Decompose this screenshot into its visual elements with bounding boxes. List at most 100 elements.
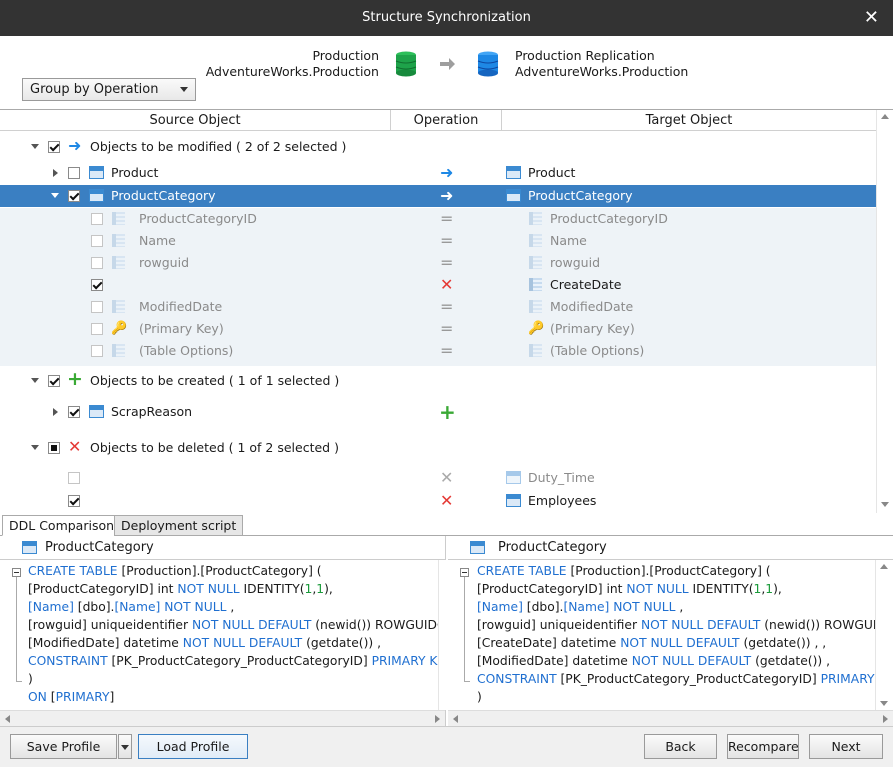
column-row[interactable]: (Table Options) = (Table Options) — [0, 340, 876, 366]
collapse-icon[interactable] — [31, 445, 39, 450]
source-server: Production — [312, 48, 379, 63]
column-row[interactable]: ✕ CreateDate — [0, 274, 876, 296]
column-checkbox[interactable] — [91, 279, 103, 291]
target-column-name: CreateDate — [550, 277, 622, 292]
ddl-target-hscroll[interactable] — [448, 710, 893, 726]
code-line: CREATE TABLE [Production].[ProductCatego… — [28, 564, 322, 578]
recompare-button[interactable]: Recompare — [727, 734, 799, 759]
code-line: CONSTRAINT [PK_ProductCategory_ProductCa… — [477, 672, 875, 686]
group-modified-row[interactable]: ➜ Objects to be modified ( 2 of 2 select… — [0, 136, 876, 158]
scroll-up-icon[interactable] — [880, 564, 888, 569]
table-row-employees[interactable]: ✕ Employees — [0, 490, 876, 512]
product-checkbox[interactable] — [68, 167, 80, 179]
delete-x-icon: ✕ — [68, 437, 82, 456]
collapse-icon[interactable] — [51, 193, 59, 198]
group-deleted-label: Objects to be deleted ( 1 of 2 selected … — [90, 440, 339, 455]
group-by-value: Group by Operation — [30, 82, 159, 97]
scroll-down-icon[interactable] — [881, 502, 889, 507]
table-row-productcategory[interactable]: ProductCategory ➜ ProductCategory — [0, 185, 876, 207]
duty-time-checkbox[interactable] — [68, 472, 80, 484]
ddl-source-title: ProductCategory — [45, 540, 154, 555]
target-column-name: Name — [550, 233, 587, 248]
column-checkbox[interactable] — [91, 257, 103, 269]
delete-x-icon: ✕ — [440, 275, 454, 294]
save-profile-button[interactable]: Save Profile — [10, 734, 117, 759]
column-source[interactable]: Source Object — [0, 110, 391, 131]
column-checkbox[interactable] — [91, 345, 103, 357]
target-column-name: ModifiedDate — [550, 299, 634, 314]
scrapreason-checkbox[interactable] — [68, 406, 80, 418]
ddl-source-hscroll[interactable] — [0, 710, 445, 726]
source-column-name: (Table Options) — [139, 343, 234, 358]
tab-deployment-script[interactable]: Deployment script — [114, 515, 244, 536]
code-line: [ModifiedDate] datetime NOT NULL DEFAULT… — [28, 636, 382, 650]
collapse-icon[interactable] — [31, 378, 39, 383]
column-target[interactable]: Target Object — [502, 110, 876, 131]
column-row[interactable]: Name = Name — [0, 230, 876, 252]
tab-ddl-comparison[interactable]: DDL Comparison — [2, 515, 122, 536]
table-row-duty-time[interactable]: ✕ Duty_Time — [0, 467, 876, 489]
column-icon — [112, 256, 125, 269]
table-row-product[interactable]: Product ➜ Product — [0, 162, 876, 184]
expand-icon[interactable] — [53, 408, 58, 416]
column-icon — [112, 234, 125, 247]
target-object-name: Product — [528, 165, 576, 180]
code-line: [ProductCategoryID] int NOT NULL IDENTIT… — [28, 582, 333, 596]
source-column-name: rowguid — [139, 255, 189, 270]
group-deleted-checkbox[interactable] — [48, 442, 60, 454]
column-icon — [529, 234, 542, 247]
group-by-dropdown[interactable]: Group by Operation — [22, 78, 196, 101]
table-icon — [22, 541, 37, 554]
close-icon[interactable]: ✕ — [864, 0, 879, 36]
employees-checkbox[interactable] — [68, 495, 80, 507]
scroll-up-icon[interactable] — [881, 114, 889, 119]
column-operation[interactable]: Operation — [391, 110, 502, 131]
group-created-checkbox[interactable] — [48, 375, 60, 387]
column-icon — [112, 212, 125, 225]
collapse-icon[interactable] — [31, 144, 39, 149]
equal-icon: = — [440, 319, 454, 338]
group-created-label: Objects to be created ( 1 of 1 selected … — [90, 373, 340, 388]
column-checkbox[interactable] — [91, 301, 103, 313]
ddl-target-code[interactable]: CREATE TABLE [Production].[ProductCatego… — [448, 560, 875, 710]
table-row-scrapreason[interactable]: ScrapReason + — [0, 400, 876, 424]
group-deleted-row[interactable]: ✕ Objects to be deleted ( 1 of 2 selecte… — [0, 437, 876, 459]
column-row[interactable]: 🔑 (Primary Key) = 🔑 (Primary Key) — [0, 318, 876, 340]
column-headers: Source Object Operation Target Object — [0, 110, 876, 131]
equal-icon: = — [440, 253, 454, 272]
scroll-down-icon[interactable] — [880, 701, 888, 706]
ddl-source-code[interactable]: CREATE TABLE [Production].[ProductCatego… — [0, 560, 438, 710]
column-checkbox[interactable] — [91, 323, 103, 335]
column-checkbox[interactable] — [91, 235, 103, 247]
code-line: CONSTRAINT [PK_ProductCategory_ProductCa… — [28, 654, 438, 668]
grid-vertical-scrollbar[interactable] — [876, 110, 893, 513]
scroll-left-icon[interactable] — [453, 715, 458, 723]
scroll-right-icon[interactable] — [435, 715, 440, 723]
column-checkbox[interactable] — [91, 213, 103, 225]
fold-toggle-icon[interactable] — [12, 568, 21, 577]
expand-icon[interactable] — [53, 169, 58, 177]
scroll-right-icon[interactable] — [883, 715, 888, 723]
code-line: ) — [477, 690, 482, 704]
column-row[interactable]: rowguid = rowguid — [0, 252, 876, 274]
save-profile-dropdown[interactable] — [118, 734, 132, 759]
ddl-target-vscroll[interactable] — [875, 560, 893, 710]
code-line: ON [PRIMARY] — [28, 690, 115, 704]
back-button[interactable]: Back — [644, 734, 717, 759]
ddl-source-vscroll[interactable] — [438, 560, 446, 710]
table-options-icon — [112, 344, 125, 357]
next-button[interactable]: Next — [809, 734, 883, 759]
code-line: [Name] [dbo].[Name] NOT NULL , — [477, 600, 684, 614]
fold-line-end — [464, 681, 470, 682]
source-column-name: ModifiedDate — [139, 299, 223, 314]
group-created-row[interactable]: + Objects to be created ( 1 of 1 selecte… — [0, 368, 876, 392]
table-icon — [89, 405, 104, 418]
productcategory-checkbox[interactable] — [68, 190, 80, 202]
group-modified-checkbox[interactable] — [48, 141, 60, 153]
column-row[interactable]: ProductCategoryID = ProductCategoryID — [0, 208, 876, 230]
source-column-name: (Primary Key) — [139, 321, 224, 336]
column-row[interactable]: ModifiedDate = ModifiedDate — [0, 296, 876, 318]
load-profile-button[interactable]: Load Profile — [138, 734, 248, 759]
scroll-left-icon[interactable] — [5, 715, 10, 723]
fold-toggle-icon[interactable] — [460, 568, 469, 577]
